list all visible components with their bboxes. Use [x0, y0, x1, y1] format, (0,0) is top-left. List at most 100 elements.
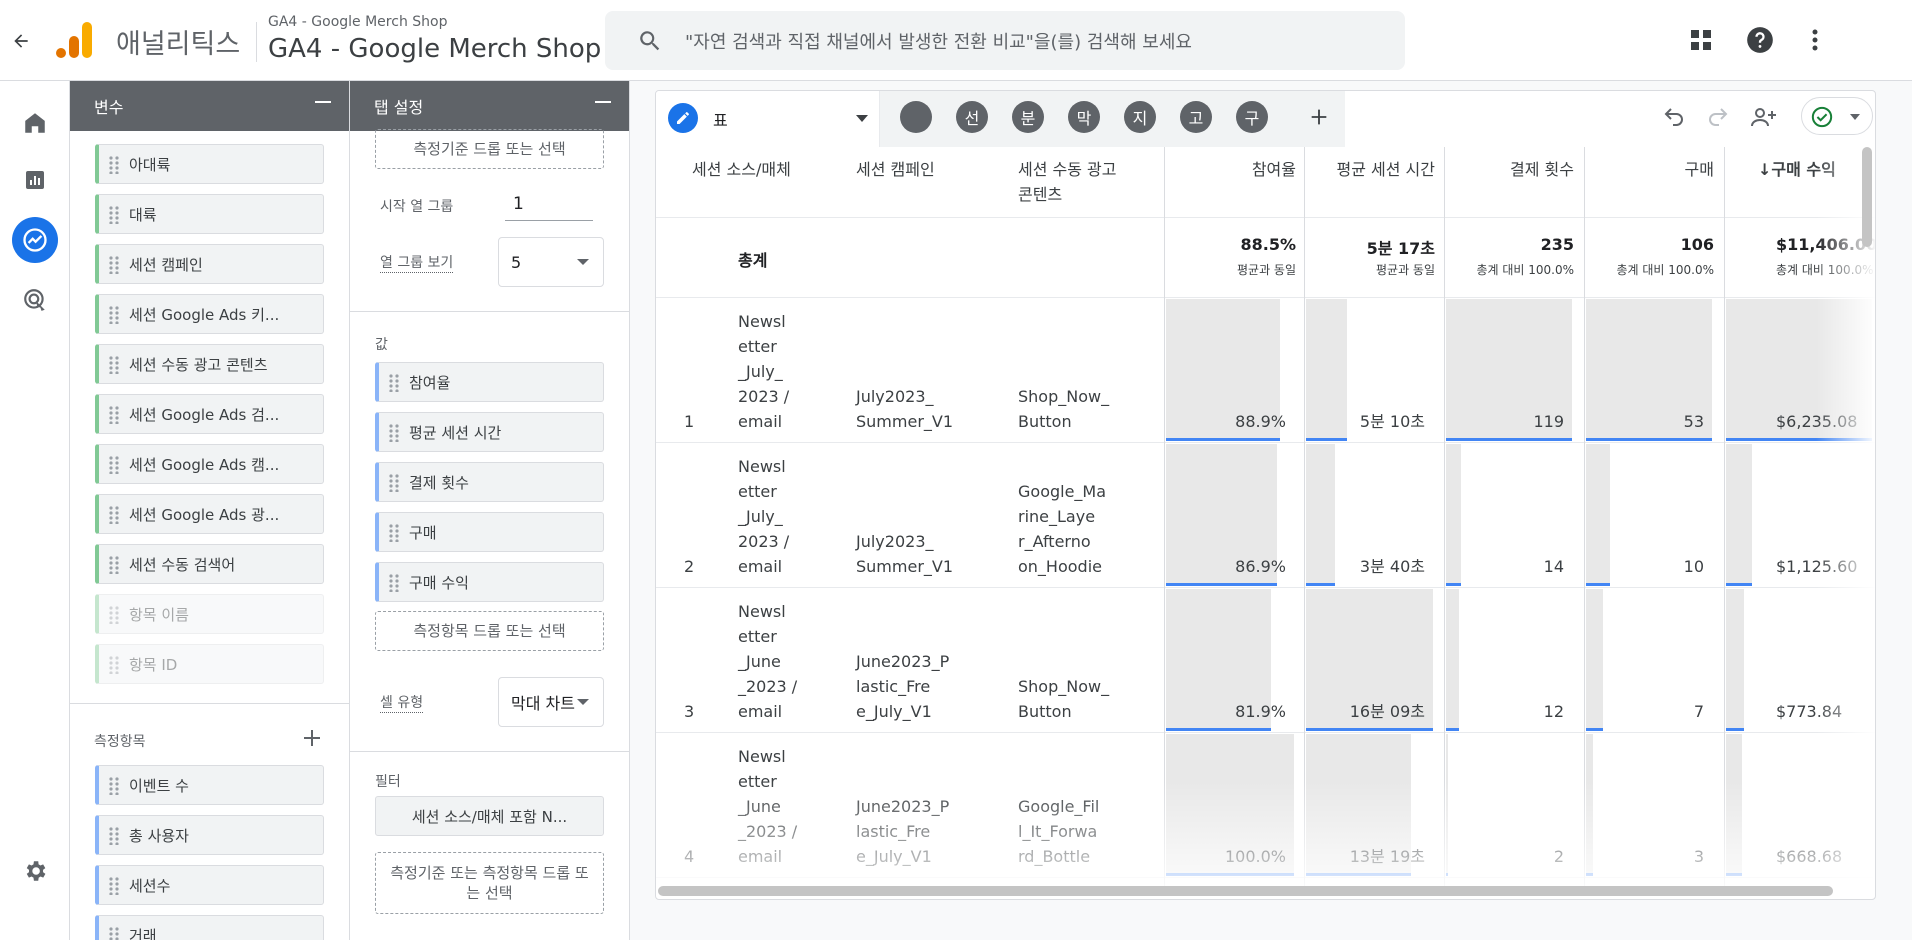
- dimension-chip[interactable]: 아대륙: [95, 144, 324, 184]
- filter-chip[interactable]: 세션 소스/매체 포함 N...: [375, 796, 604, 836]
- horizontal-scrollbar[interactable]: [658, 886, 1833, 896]
- header-session-campaign[interactable]: 세션 캠페인: [856, 147, 976, 217]
- drag-handle-icon[interactable]: [109, 777, 119, 795]
- dimension-chip[interactable]: 세션 Google Ads 광...: [95, 494, 324, 534]
- chevron-down-icon[interactable]: [856, 115, 868, 122]
- home-icon[interactable]: [12, 100, 58, 146]
- tab-other[interactable]: 구: [1236, 101, 1268, 133]
- tab-bar[interactable]: 막: [1068, 101, 1100, 133]
- drag-handle-icon[interactable]: [109, 556, 119, 574]
- dimension-drop-zone[interactable]: 측정기준 드롭 또는 선택: [375, 129, 604, 169]
- analytics-logo-icon[interactable]: [56, 20, 94, 60]
- advertising-icon[interactable]: [12, 277, 58, 323]
- cell-ad-content[interactable]: Google_Ma rine_Laye r_Afterno on_Hoodie: [1018, 479, 1106, 579]
- header-session-source-medium[interactable]: 세션 소스/매체: [692, 147, 832, 217]
- metric-chip[interactable]: 총 사용자: [95, 815, 324, 855]
- drag-handle-icon[interactable]: [389, 374, 399, 392]
- tab-advanced[interactable]: 고: [1180, 101, 1212, 133]
- drag-handle-icon[interactable]: [389, 474, 399, 492]
- cell-ad-content[interactable]: Shop_Now_ Button: [1018, 674, 1109, 724]
- vertical-scrollbar[interactable]: [1862, 147, 1872, 247]
- drag-handle-icon[interactable]: [109, 606, 119, 624]
- cell-source-medium[interactable]: Newsl etter _July_ 2023 / email: [738, 454, 789, 579]
- cell-ad-content[interactable]: Shop_Now_ Button: [1018, 384, 1109, 434]
- dimension-chip[interactable]: 세션 Google Ads 검...: [95, 394, 324, 434]
- add-metric-icon[interactable]: [300, 726, 324, 750]
- cell-campaign[interactable]: June2023_P lastic_Fre e_July_V1: [856, 794, 949, 869]
- metric-chip[interactable]: 세션수: [95, 865, 324, 905]
- dimension-chip[interactable]: 세션 캠페인: [95, 244, 324, 284]
- drag-handle-icon[interactable]: [109, 156, 119, 174]
- header-avg-session-duration[interactable]: 평균 세션 시간: [1304, 147, 1436, 217]
- dimension-chip[interactable]: 세션 Google Ads 캠...: [95, 444, 324, 484]
- cell-source-medium[interactable]: Newsl etter _June _2023 / email: [738, 599, 797, 724]
- metric-chip[interactable]: 거래: [95, 915, 324, 940]
- drag-handle-icon[interactable]: [389, 574, 399, 592]
- value-metric-chip[interactable]: 구매 수익: [375, 562, 604, 602]
- tab-line[interactable]: 선: [956, 101, 988, 133]
- settings-icon[interactable]: [12, 848, 58, 894]
- drag-handle-icon[interactable]: [389, 424, 399, 442]
- more-vert-icon[interactable]: [1797, 22, 1833, 58]
- cell-campaign[interactable]: July2023_ Summer_V1: [856, 529, 953, 579]
- collapse-tab-settings-icon[interactable]: [595, 101, 611, 103]
- collapse-variables-icon[interactable]: [315, 101, 331, 103]
- dimension-chip[interactable]: 세션 Google Ads 키...: [95, 294, 324, 334]
- add-tab-icon[interactable]: [1301, 99, 1337, 135]
- undo-icon[interactable]: [1656, 99, 1692, 135]
- explore-icon[interactable]: [12, 217, 58, 263]
- cell-source-medium[interactable]: Newsl etter _July_ 2023 / email: [738, 309, 789, 434]
- value-metric-chip[interactable]: 참여율: [375, 362, 604, 402]
- header-session-manual-ad-content[interactable]: 세션 수동 광고 콘텐츠: [1018, 147, 1128, 217]
- saved-status-button[interactable]: [1801, 97, 1873, 135]
- cell-source-medium[interactable]: Newsl etter _June _2023 / email: [738, 744, 797, 869]
- drag-handle-icon[interactable]: [109, 206, 119, 224]
- header-purchases[interactable]: 구매: [1584, 147, 1714, 217]
- drag-handle-icon[interactable]: [109, 256, 119, 274]
- app-name[interactable]: 애널리틱스: [116, 22, 240, 61]
- drag-handle-icon[interactable]: [109, 506, 119, 524]
- tab-donut[interactable]: [900, 101, 932, 133]
- cell-type-select[interactable]: 막대 차트: [498, 677, 604, 727]
- search-bar[interactable]: "자연 검색과 직접 채널에서 발생한 전환 비교"을(를) 검색해 보세요: [605, 11, 1405, 70]
- tab-table[interactable]: 표: [656, 91, 880, 147]
- tab-geo[interactable]: 지: [1124, 101, 1156, 133]
- drag-handle-icon[interactable]: [109, 927, 119, 940]
- dimension-chip[interactable]: 대륙: [95, 194, 324, 234]
- header-engagement-rate[interactable]: 참여율: [1164, 147, 1296, 217]
- show-column-groups-select[interactable]: 5: [498, 237, 604, 287]
- drag-handle-icon[interactable]: [109, 306, 119, 324]
- cell-ad-content[interactable]: Google_Fil l_It_Forwa rd_Bottle: [1018, 794, 1099, 869]
- property-name[interactable]: GA4 - Google Merch Shop: [268, 34, 601, 64]
- value-metric-chip[interactable]: 결제 횟수: [375, 462, 604, 502]
- dimension-chip[interactable]: 세션 수동 광고 콘텐츠: [95, 344, 324, 384]
- help-icon[interactable]: [1742, 22, 1778, 58]
- header-checkouts[interactable]: 결제 횟수: [1444, 147, 1574, 217]
- drag-handle-icon[interactable]: [389, 524, 399, 542]
- apps-grid-icon[interactable]: [1683, 22, 1719, 58]
- dimension-chip[interactable]: 항목 이름: [95, 594, 324, 634]
- property-account-label[interactable]: GA4 - Google Merch Shop: [268, 14, 447, 30]
- redo-icon[interactable]: [1700, 99, 1736, 135]
- dimension-chip[interactable]: 세션 수동 검색어: [95, 544, 324, 584]
- back-arrow-icon[interactable]: [6, 26, 36, 56]
- drag-handle-icon[interactable]: [109, 877, 119, 895]
- cell-campaign[interactable]: July2023_ Summer_V1: [856, 384, 953, 434]
- drag-handle-icon[interactable]: [109, 456, 119, 474]
- start-column-group-input[interactable]: 1: [505, 187, 593, 221]
- filter-drop-zone[interactable]: 측정기준 또는 측정항목 드롭 또는 선택: [375, 852, 604, 914]
- share-person-add-icon[interactable]: [1746, 99, 1782, 135]
- drag-handle-icon[interactable]: [109, 406, 119, 424]
- drag-handle-icon[interactable]: [109, 656, 119, 674]
- tab-scatter[interactable]: 분: [1012, 101, 1044, 133]
- reports-icon[interactable]: [12, 157, 58, 203]
- drag-handle-icon[interactable]: [109, 356, 119, 374]
- metric-drop-zone[interactable]: 측정항목 드롭 또는 선택: [375, 611, 604, 651]
- edit-pencil-icon[interactable]: [668, 103, 698, 133]
- header-purchase-revenue[interactable]: ↓구매 수익: [1758, 147, 1875, 217]
- value-metric-chip[interactable]: 구매: [375, 512, 604, 552]
- value-metric-chip[interactable]: 평균 세션 시간: [375, 412, 604, 452]
- metric-chip[interactable]: 이벤트 수: [95, 765, 324, 805]
- cell-campaign[interactable]: June2023_P lastic_Fre e_July_V1: [856, 649, 949, 724]
- drag-handle-icon[interactable]: [109, 827, 119, 845]
